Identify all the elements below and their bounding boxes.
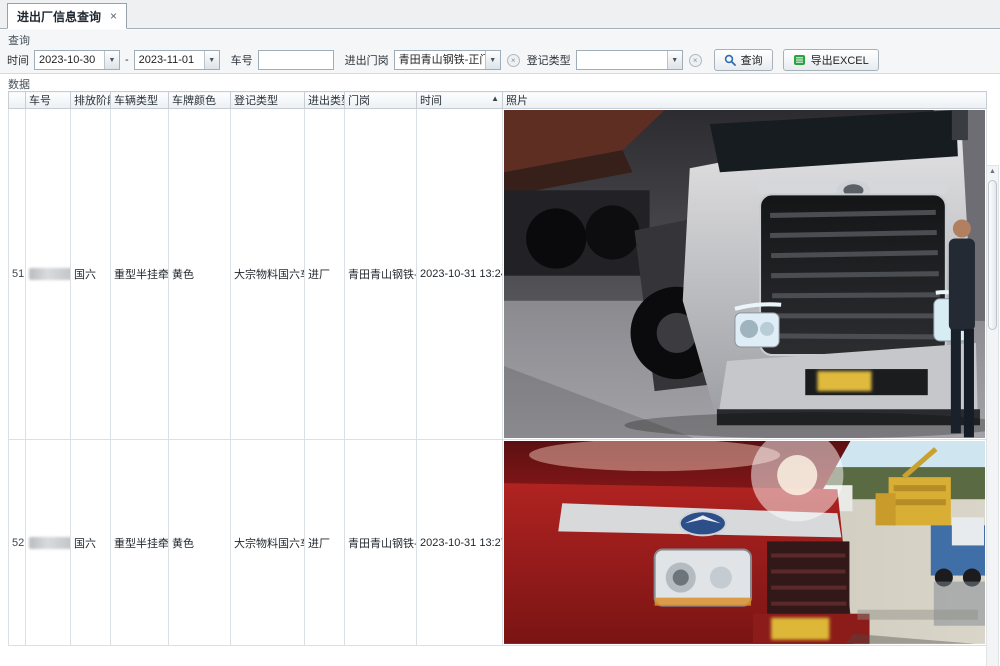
vehicle-no-cell	[26, 440, 71, 646]
date-range-separator: -	[124, 54, 130, 66]
reg-type-label: 登记类型	[526, 52, 572, 68]
data-panel: 数据 车号 排放阶段 车辆类型 车牌颜色 登记类型 进出类型 门岗	[0, 74, 1000, 666]
vehicle-type-cell: 重型半挂牵引车	[111, 109, 169, 440]
chevron-down-icon[interactable]: ▼	[204, 51, 219, 69]
vehicle-no-label: 车号	[230, 52, 254, 68]
date-from-combobox[interactable]: 2023-10-30 ▼	[34, 50, 120, 70]
plate-color-cell: 黄色	[169, 440, 231, 646]
table-row[interactable]: 51 国六 重型半挂牵引车 黄色 大宗物料国六车 进厂 青田青山钢铁-正门 20…	[9, 109, 987, 440]
search-button[interactable]: 查询	[714, 49, 773, 71]
excel-icon	[793, 54, 806, 66]
date-to-combobox[interactable]: 2023-11-01 ▼	[134, 50, 220, 70]
col-header-photo[interactable]: 照片	[503, 92, 987, 109]
chevron-down-icon[interactable]: ▼	[667, 51, 682, 69]
time-cell: 2023-10-31 13:27:40	[417, 440, 503, 646]
query-panel-title: 查询	[0, 30, 1000, 49]
search-button-label: 查询	[741, 52, 763, 68]
photo-cell	[503, 440, 987, 646]
sort-ascending-icon: ▲	[491, 94, 499, 103]
redacted-plate	[29, 537, 71, 549]
search-icon	[724, 54, 736, 66]
date-from-value: 2023-10-30	[35, 51, 104, 69]
tab-title: 进出厂信息查询	[17, 8, 101, 25]
col-header-time-label: 时间	[420, 95, 442, 107]
col-header-in-out[interactable]: 进出类型	[305, 92, 345, 109]
date-to-value: 2023-11-01	[135, 51, 204, 69]
gate-value: 青田青山钢铁-正门	[395, 51, 485, 69]
photo-cell	[503, 109, 987, 440]
reg-type-combobox[interactable]: ▼	[576, 50, 683, 70]
col-header-rownum[interactable]	[9, 92, 26, 109]
col-header-vehicle-no[interactable]: 车号	[26, 92, 71, 109]
time-cell: 2023-10-31 13:24:47	[417, 109, 503, 440]
emission-cell: 国六	[71, 109, 111, 440]
plate-color-cell: 黄色	[169, 109, 231, 440]
vehicle-no-cell	[26, 109, 71, 440]
clear-gate-icon[interactable]: ×	[507, 54, 520, 67]
entry-exit-query-window: 进出厂信息查询 × 查询 时间 2023-10-30 ▼ - 2023-11-0…	[0, 0, 1000, 666]
vehicle-photo-red-truck	[504, 441, 985, 644]
table-header-row: 车号 排放阶段 车辆类型 车牌颜色 登记类型 进出类型 门岗 时间 ▲ 照片	[9, 92, 987, 109]
emission-cell: 国六	[71, 440, 111, 646]
table-row[interactable]: 52 国六 重型半挂牵引车 黄色 大宗物料国六车 进厂 青田青山钢铁-正门 20…	[9, 440, 987, 646]
gate-cell: 青田青山钢铁-正门	[345, 440, 417, 646]
export-excel-button[interactable]: 导出EXCEL	[783, 49, 879, 71]
gate-label: 进出门岗	[344, 52, 390, 68]
export-excel-button-label: 导出EXCEL	[811, 52, 869, 68]
scroll-up-icon[interactable]: ▲	[987, 166, 998, 178]
in-out-cell: 进厂	[305, 440, 345, 646]
query-fields-row: 时间 2023-10-30 ▼ - 2023-11-01 ▼ 车号 进出门岗 青…	[0, 49, 1000, 71]
vehicle-photo-silver-truck	[504, 110, 985, 438]
tab-entry-exit-info-query[interactable]: 进出厂信息查询 ×	[7, 3, 127, 29]
reg-type-cell: 大宗物料国六车	[231, 440, 305, 646]
col-header-gate[interactable]: 门岗	[345, 92, 417, 109]
tab-close-icon[interactable]: ×	[110, 9, 117, 23]
col-header-plate-color[interactable]: 车牌颜色	[169, 92, 231, 109]
col-header-vehicle-type[interactable]: 车辆类型	[111, 92, 169, 109]
in-out-cell: 进厂	[305, 109, 345, 440]
chevron-down-icon[interactable]: ▼	[485, 51, 500, 69]
redacted-plate	[29, 268, 71, 280]
col-header-reg-type[interactable]: 登记类型	[231, 92, 305, 109]
vertical-scrollbar[interactable]: ▲ ▼	[986, 165, 999, 666]
vehicle-type-cell: 重型半挂牵引车	[111, 440, 169, 646]
gate-cell: 青田青山钢铁-正门	[345, 109, 417, 440]
query-panel: 查询 时间 2023-10-30 ▼ - 2023-11-01 ▼ 车号 进出门…	[0, 30, 1000, 74]
row-number: 51	[9, 109, 26, 440]
vehicle-no-input[interactable]	[258, 50, 334, 70]
clear-reg-type-icon[interactable]: ×	[689, 54, 702, 67]
vertical-scroll-thumb[interactable]	[988, 180, 997, 330]
time-label: 时间	[6, 52, 30, 68]
col-header-time[interactable]: 时间 ▲	[417, 92, 503, 109]
records-table: 车号 排放阶段 车辆类型 车牌颜色 登记类型 进出类型 门岗 时间 ▲ 照片	[8, 91, 987, 646]
tab-bar: 进出厂信息查询 ×	[0, 0, 1000, 29]
reg-type-cell: 大宗物料国六车	[231, 109, 305, 440]
reg-type-value	[577, 51, 667, 69]
col-header-emission[interactable]: 排放阶段	[71, 92, 111, 109]
row-number: 52	[9, 440, 26, 646]
gate-combobox[interactable]: 青田青山钢铁-正门 ▼	[394, 50, 501, 70]
chevron-down-icon[interactable]: ▼	[104, 51, 119, 69]
